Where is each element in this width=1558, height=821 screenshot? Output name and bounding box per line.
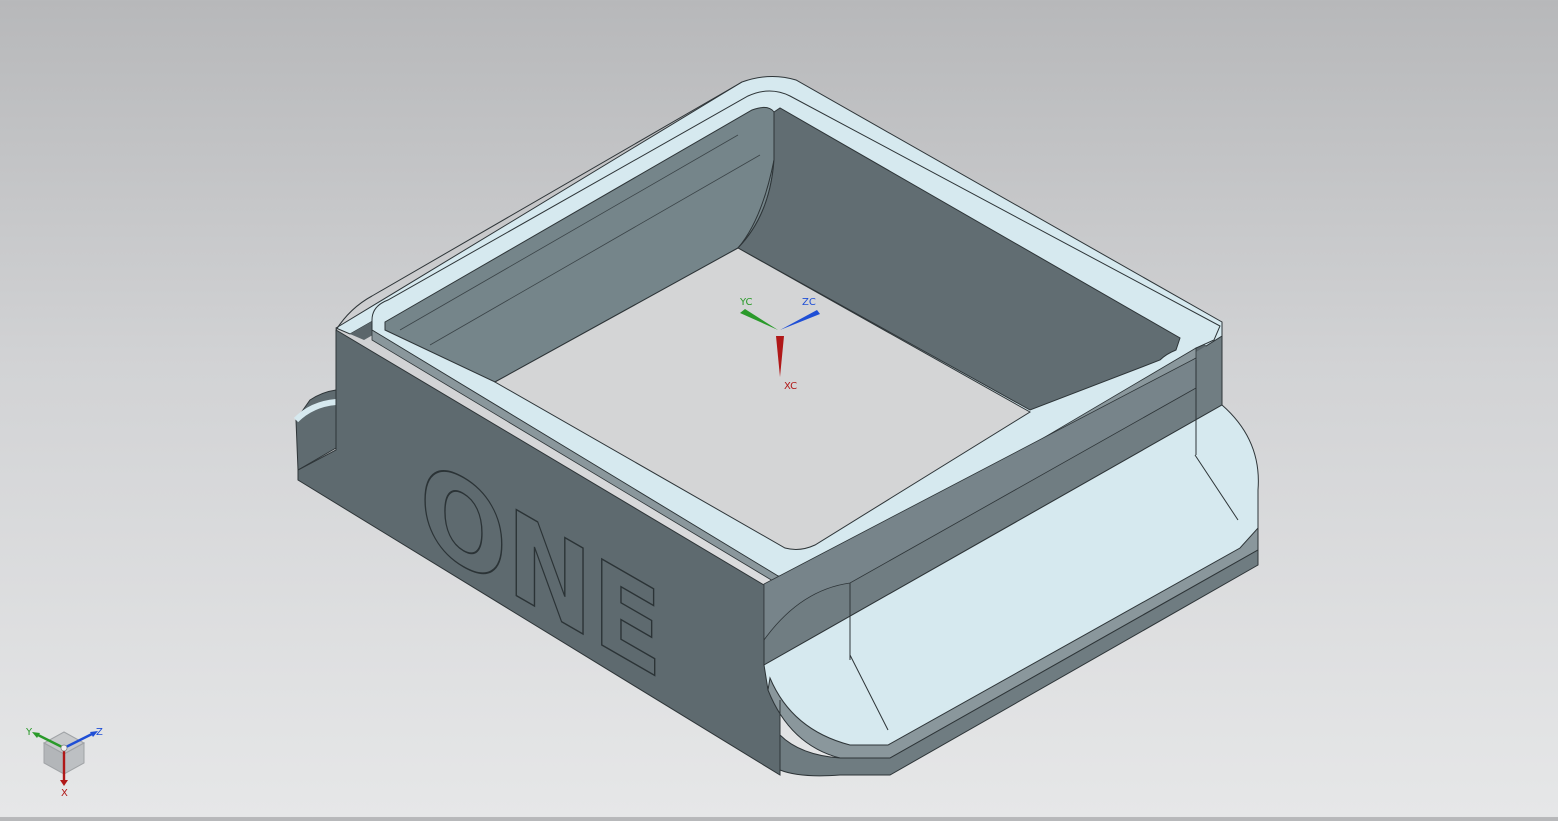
graphics-window[interactable]: ONE YC ZC XC Y Z X	[0, 0, 1558, 817]
view-triad[interactable]: Y Z X	[25, 727, 103, 799]
part-body[interactable]: ONE	[293, 76, 1259, 777]
wcs-x-label: XC	[784, 381, 797, 392]
triad-z-label: Z	[96, 727, 103, 738]
wcs-z-label: ZC	[802, 297, 816, 308]
model-view[interactable]: ONE YC ZC XC Y Z X	[0, 0, 1558, 817]
triad-x-label: X	[61, 788, 68, 799]
wcs-y-label: YC	[739, 297, 753, 308]
triad-y-label: Y	[25, 727, 33, 738]
